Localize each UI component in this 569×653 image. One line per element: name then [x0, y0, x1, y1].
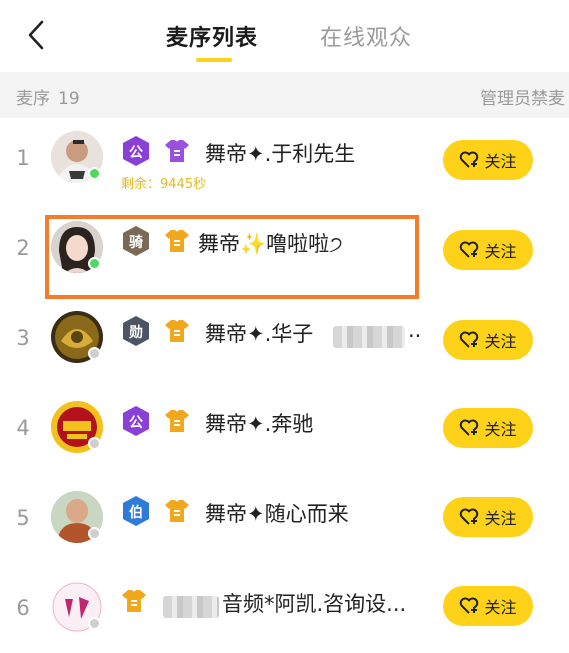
tab-mic-list[interactable]: 麦序列表 — [166, 20, 258, 52]
follow-button[interactable]: 关注 — [443, 140, 533, 180]
user-nickname: 舞帝✦.于利先生 — [205, 142, 356, 166]
row-index: 1 — [16, 146, 30, 170]
merit-rank-label: 勋 — [129, 325, 143, 341]
noble-rank-label: 公 — [129, 145, 143, 161]
mic-queue-title: 麦序 — [16, 89, 50, 109]
row-index: 4 — [16, 416, 30, 440]
online-status-dot — [88, 347, 101, 360]
fan-badge-shirt-icon — [164, 318, 190, 344]
user-nickname: 音频*阿凯.咨询设... — [222, 592, 407, 616]
top-header: 麦序列表 在线观众 — [0, 0, 569, 72]
heart-plus-icon — [460, 508, 479, 525]
follow-button[interactable]: 关注 — [443, 497, 533, 537]
noble-rank-badge-icon: 公 — [121, 405, 151, 437]
list-item: 1 公 舞帝✦.于利先生 剩余：9445秒 关注 — [0, 113, 569, 203]
merit-rank-badge-icon: 勋 — [121, 315, 151, 347]
heart-plus-icon — [460, 419, 479, 436]
fan-badge-shirt-icon — [164, 138, 190, 164]
follow-button[interactable]: 关注 — [443, 320, 533, 360]
mic-queue-count: 19 — [58, 89, 80, 109]
row-index: 5 — [16, 506, 30, 530]
fan-badge-shirt-icon — [164, 408, 190, 434]
user-nickname: 舞帝✦随心而来 — [205, 502, 349, 526]
follow-label: 关注 — [484, 420, 517, 439]
heart-plus-icon — [460, 597, 479, 614]
mic-queue-heading: 麦序 19 — [16, 84, 80, 109]
follow-label: 关注 — [484, 509, 517, 528]
admin-mute-mic-link[interactable]: 管理员禁麦 — [480, 84, 565, 109]
redacted-text — [163, 596, 219, 618]
list-item: 5 伯 舞帝✦随心而来 关注 — [0, 473, 569, 563]
highlight-annotation-box — [45, 215, 419, 299]
row-index: 6 — [16, 596, 30, 620]
remaining-time: 剩余：9445秒 — [121, 177, 207, 192]
follow-label: 关注 — [484, 598, 517, 617]
earl-rank-badge-icon: 伯 — [121, 495, 151, 527]
follow-button[interactable]: 关注 — [443, 586, 533, 626]
list-item: 6 音频*阿凯.咨询设... 关注 — [0, 563, 569, 653]
heart-plus-icon — [460, 151, 479, 168]
active-tab-indicator — [196, 58, 232, 62]
row-index: 3 — [16, 326, 30, 350]
heart-plus-icon — [460, 331, 479, 348]
online-status-dot — [88, 527, 101, 540]
user-nickname: 舞帝✦.华子 — [205, 322, 314, 346]
online-status-dot — [88, 167, 101, 180]
mic-queue-bar: 麦序 19 管理员禁麦 — [0, 72, 569, 118]
follow-label: 关注 — [484, 152, 517, 171]
fan-badge-shirt-icon — [121, 588, 147, 614]
follow-button[interactable]: 关注 — [443, 408, 533, 448]
redacted-text — [333, 326, 405, 348]
heart-plus-icon — [460, 241, 479, 258]
online-status-dot — [88, 617, 101, 630]
back-chevron-icon[interactable] — [22, 18, 52, 52]
online-status-dot — [88, 437, 101, 450]
tab-online-audience[interactable]: 在线观众 — [320, 20, 412, 52]
row-index: 2 — [16, 236, 30, 260]
fan-badge-shirt-icon — [164, 498, 190, 524]
list-item: 3 勋 舞帝✦.华子 .. 关注 — [0, 293, 569, 383]
nickname-ellipsis: .. — [408, 318, 422, 342]
user-nickname: 舞帝✦.奔驰 — [205, 412, 314, 436]
follow-label: 关注 — [484, 242, 517, 261]
follow-button[interactable]: 关注 — [443, 230, 533, 270]
noble-rank-label: 公 — [129, 415, 143, 431]
earl-rank-label: 伯 — [129, 505, 143, 521]
list-item: 4 公 舞帝✦.奔驰 关注 — [0, 383, 569, 473]
follow-label: 关注 — [484, 332, 517, 351]
noble-rank-badge-icon: 公 — [121, 135, 151, 167]
